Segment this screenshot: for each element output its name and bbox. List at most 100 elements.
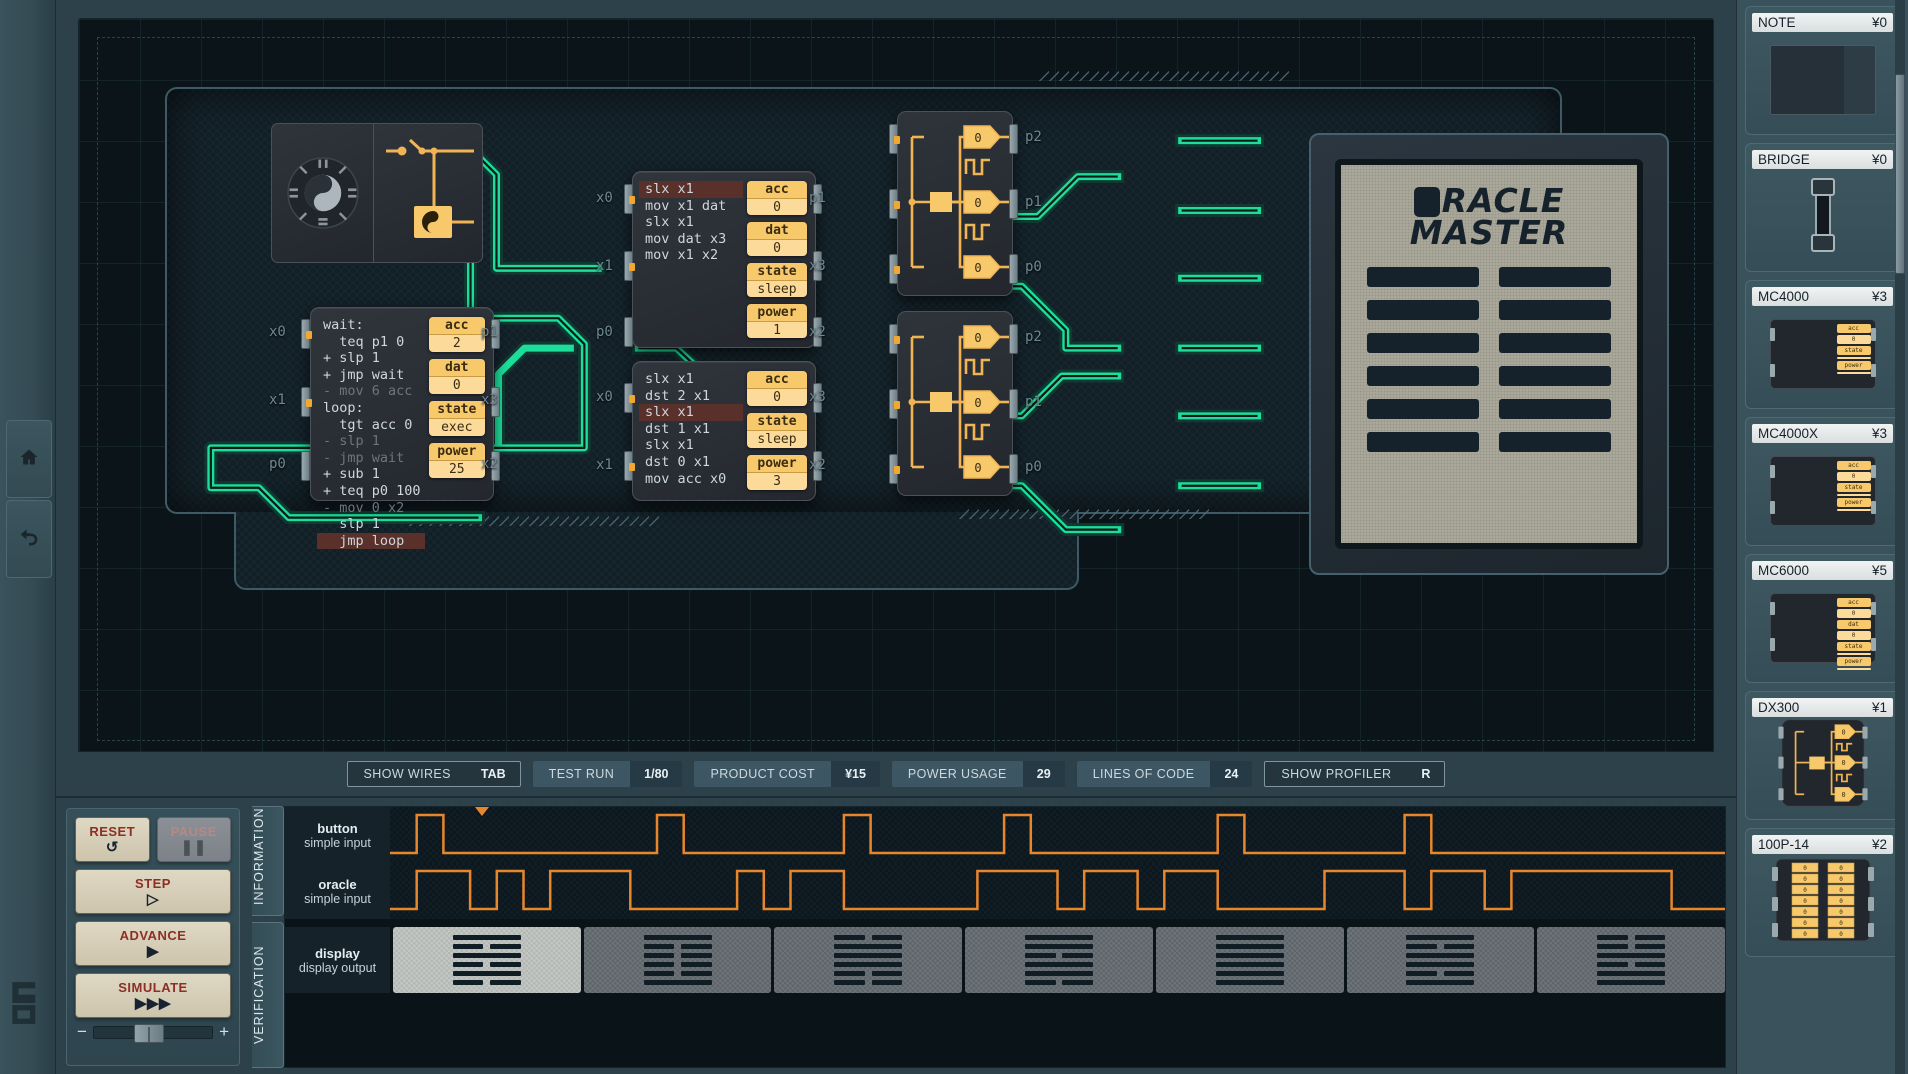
circuit-board[interactable]: wait: teq p1 0+ slp 1+ jmp wait- mov 6 a… [78,18,1714,760]
port-pin-x1[interactable] [301,387,310,417]
pause-button[interactable]: PAUSE ❚❚ [157,817,232,862]
part-preview[interactable] [1752,169,1893,265]
speed-plus-icon[interactable]: + [219,1025,229,1039]
code-line[interactable]: slx x1 [643,371,739,388]
circuit-board-area[interactable]: wait: teq p1 0+ slp 1+ jmp wait- mov 6 a… [56,0,1736,770]
speed-track[interactable] [93,1026,213,1039]
tab-information[interactable]: INFORMATION [252,806,284,916]
part-mc4000[interactable]: MC4000¥3acc0statepower [1745,280,1900,409]
show-profiler[interactable]: SHOW PROFILERR [1264,761,1445,787]
port-pin-p0[interactable] [301,451,310,481]
dx300-top-out-p0[interactable] [1009,254,1018,284]
part-preview[interactable]: 00000000000000 [1752,854,1893,950]
port-pin-x1-m1[interactable] [624,251,633,281]
code-line[interactable]: mov acc x0 [643,471,739,488]
part-preview[interactable]: acc0dat0statepower [1752,580,1893,676]
part-note[interactable]: NOTE¥0 [1745,6,1900,135]
port-pin-p0-m1[interactable] [624,317,633,347]
sidebar-scrollbar[interactable] [1895,74,1905,274]
dx300-bot-in2[interactable] [889,454,898,484]
dx300-bottom[interactable]: 000 [897,311,1013,496]
undo-button[interactable] [6,500,52,578]
part-mc6000[interactable]: MC6000¥5acc0dat0statepower [1745,554,1900,683]
code-line[interactable]: mov x1 x2 [643,247,739,264]
dx300-bot-out-p0[interactable] [1009,454,1018,484]
port-pin-x0-m1[interactable] [624,184,633,214]
code-line[interactable]: wait: [321,317,421,334]
display-output-cell[interactable] [1156,927,1344,993]
code-line[interactable]: loop: [321,400,421,417]
dx300-bot-out-p1[interactable] [1009,389,1018,419]
dx300-top-out-p1[interactable] [1009,189,1018,219]
code-line[interactable]: + sub 1 [321,466,421,483]
parts-sidebar[interactable]: NOTE¥0BRIDGE¥0MC4000¥3acc0statepowerMC40… [1736,0,1908,1074]
waveform-plot[interactable] [390,863,1725,919]
product-cost[interactable]: PRODUCT COST¥15 [694,761,879,787]
step-button[interactable]: STEP ▷ [75,869,231,914]
chip-code-editor[interactable]: slx x1mov x1 datslx x1mov dat x3mov x1 x… [643,181,739,338]
dx300-top-out-p2[interactable] [1009,124,1018,154]
code-line[interactable]: mov dat x3 [643,231,739,248]
code-line[interactable]: dst 2 x1 [643,388,739,405]
code-line[interactable]: slx x1 [643,214,739,231]
dx300-top-in2[interactable] [889,254,898,284]
home-button[interactable] [6,420,52,498]
part-preview[interactable]: acc0statepower [1752,306,1893,402]
code-line[interactable]: - jmp wait [321,450,421,467]
waveform-plot[interactable] [390,807,1725,863]
dx300-top-in1[interactable] [889,189,898,219]
code-line[interactable]: tgt acc 0 [321,417,421,434]
tab-verification[interactable]: VERIFICATION [252,922,284,1068]
code-line[interactable]: dst 0 x1 [643,454,739,471]
dx300-top[interactable]: 000 [897,111,1013,296]
part-100p-14[interactable]: 100P-14¥200000000000000 [1745,828,1900,957]
code-line[interactable]: + teq p0 100 [321,483,421,500]
part-mc4000x[interactable]: MC4000X¥3acc0statepower [1745,417,1900,546]
code-line[interactable]: teq p1 0 [321,334,421,351]
display-output-cell[interactable] [584,927,772,993]
part-preview[interactable]: acc0statepower [1752,443,1893,539]
speed-minus-icon[interactable]: − [77,1025,87,1039]
dx300-bot-out-p2[interactable] [1009,324,1018,354]
dx300-bot-in1[interactable] [889,389,898,419]
display-output-cell[interactable] [1537,927,1725,993]
oracle-input-device[interactable] [271,123,483,263]
simulate-button[interactable]: SIMULATE ▶▶▶ [75,973,231,1018]
code-line[interactable]: slx x1 [639,404,743,421]
speed-slider[interactable]: − + [75,1025,231,1039]
show-wires[interactable]: SHOW WIRESTAB [347,761,521,787]
dx300-bot-in0[interactable] [889,324,898,354]
chip-mc6000-mid-top[interactable]: slx x1mov x1 datslx x1mov dat x3mov x1 x… [632,171,816,348]
part-preview[interactable] [1752,32,1893,128]
code-line[interactable]: - mov 0 x2 [321,500,421,517]
code-line[interactable]: mov x1 dat [643,198,739,215]
lines-of-code[interactable]: LINES OF CODE24 [1077,761,1253,787]
power-usage[interactable]: POWER USAGE29 [892,761,1065,787]
display-output-cell[interactable] [774,927,962,993]
code-line[interactable]: + jmp wait [321,367,421,384]
code-line[interactable]: - slp 1 [321,433,421,450]
verification-scope[interactable]: buttonsimple inputoraclesimple inputdisp… [284,806,1726,1068]
code-line[interactable]: slx x1 [643,437,739,454]
oracle-master-device[interactable]: RACLE MASTER [1309,133,1669,575]
code-line[interactable]: slx x1 [639,181,743,198]
code-line[interactable]: dst 1 x1 [643,421,739,438]
code-line[interactable]: + slp 1 [321,350,421,367]
chip-mc4000-mid-bottom[interactable]: slx x1dst 2 x1slx x1dst 1 x1slx x1dst 0 … [632,361,816,501]
display-output-cell[interactable] [965,927,1153,993]
part-dx300[interactable]: DX300¥1000 [1745,691,1900,820]
code-line[interactable]: - mov 6 acc [321,383,421,400]
code-line[interactable]: jmp loop [317,533,425,550]
reset-button[interactable]: RESET ↺ [75,817,150,862]
part-preview[interactable]: 000 [1752,717,1893,813]
port-pin-x0[interactable] [301,319,310,349]
code-line[interactable]: slp 1 [321,516,421,533]
dx300-top-in0[interactable] [889,124,898,154]
speed-knob[interactable] [134,1024,164,1043]
test-run[interactable]: TEST RUN1/80 [533,761,683,787]
port-pin-x1-m2[interactable] [624,451,633,481]
chip-code-editor[interactable]: slx x1dst 2 x1slx x1dst 1 x1slx x1dst 0 … [643,371,739,491]
chip-mc6000-left[interactable]: wait: teq p1 0+ slp 1+ jmp wait- mov 6 a… [310,307,494,501]
display-output-cell[interactable] [393,927,581,993]
display-output-cell[interactable] [1347,927,1535,993]
